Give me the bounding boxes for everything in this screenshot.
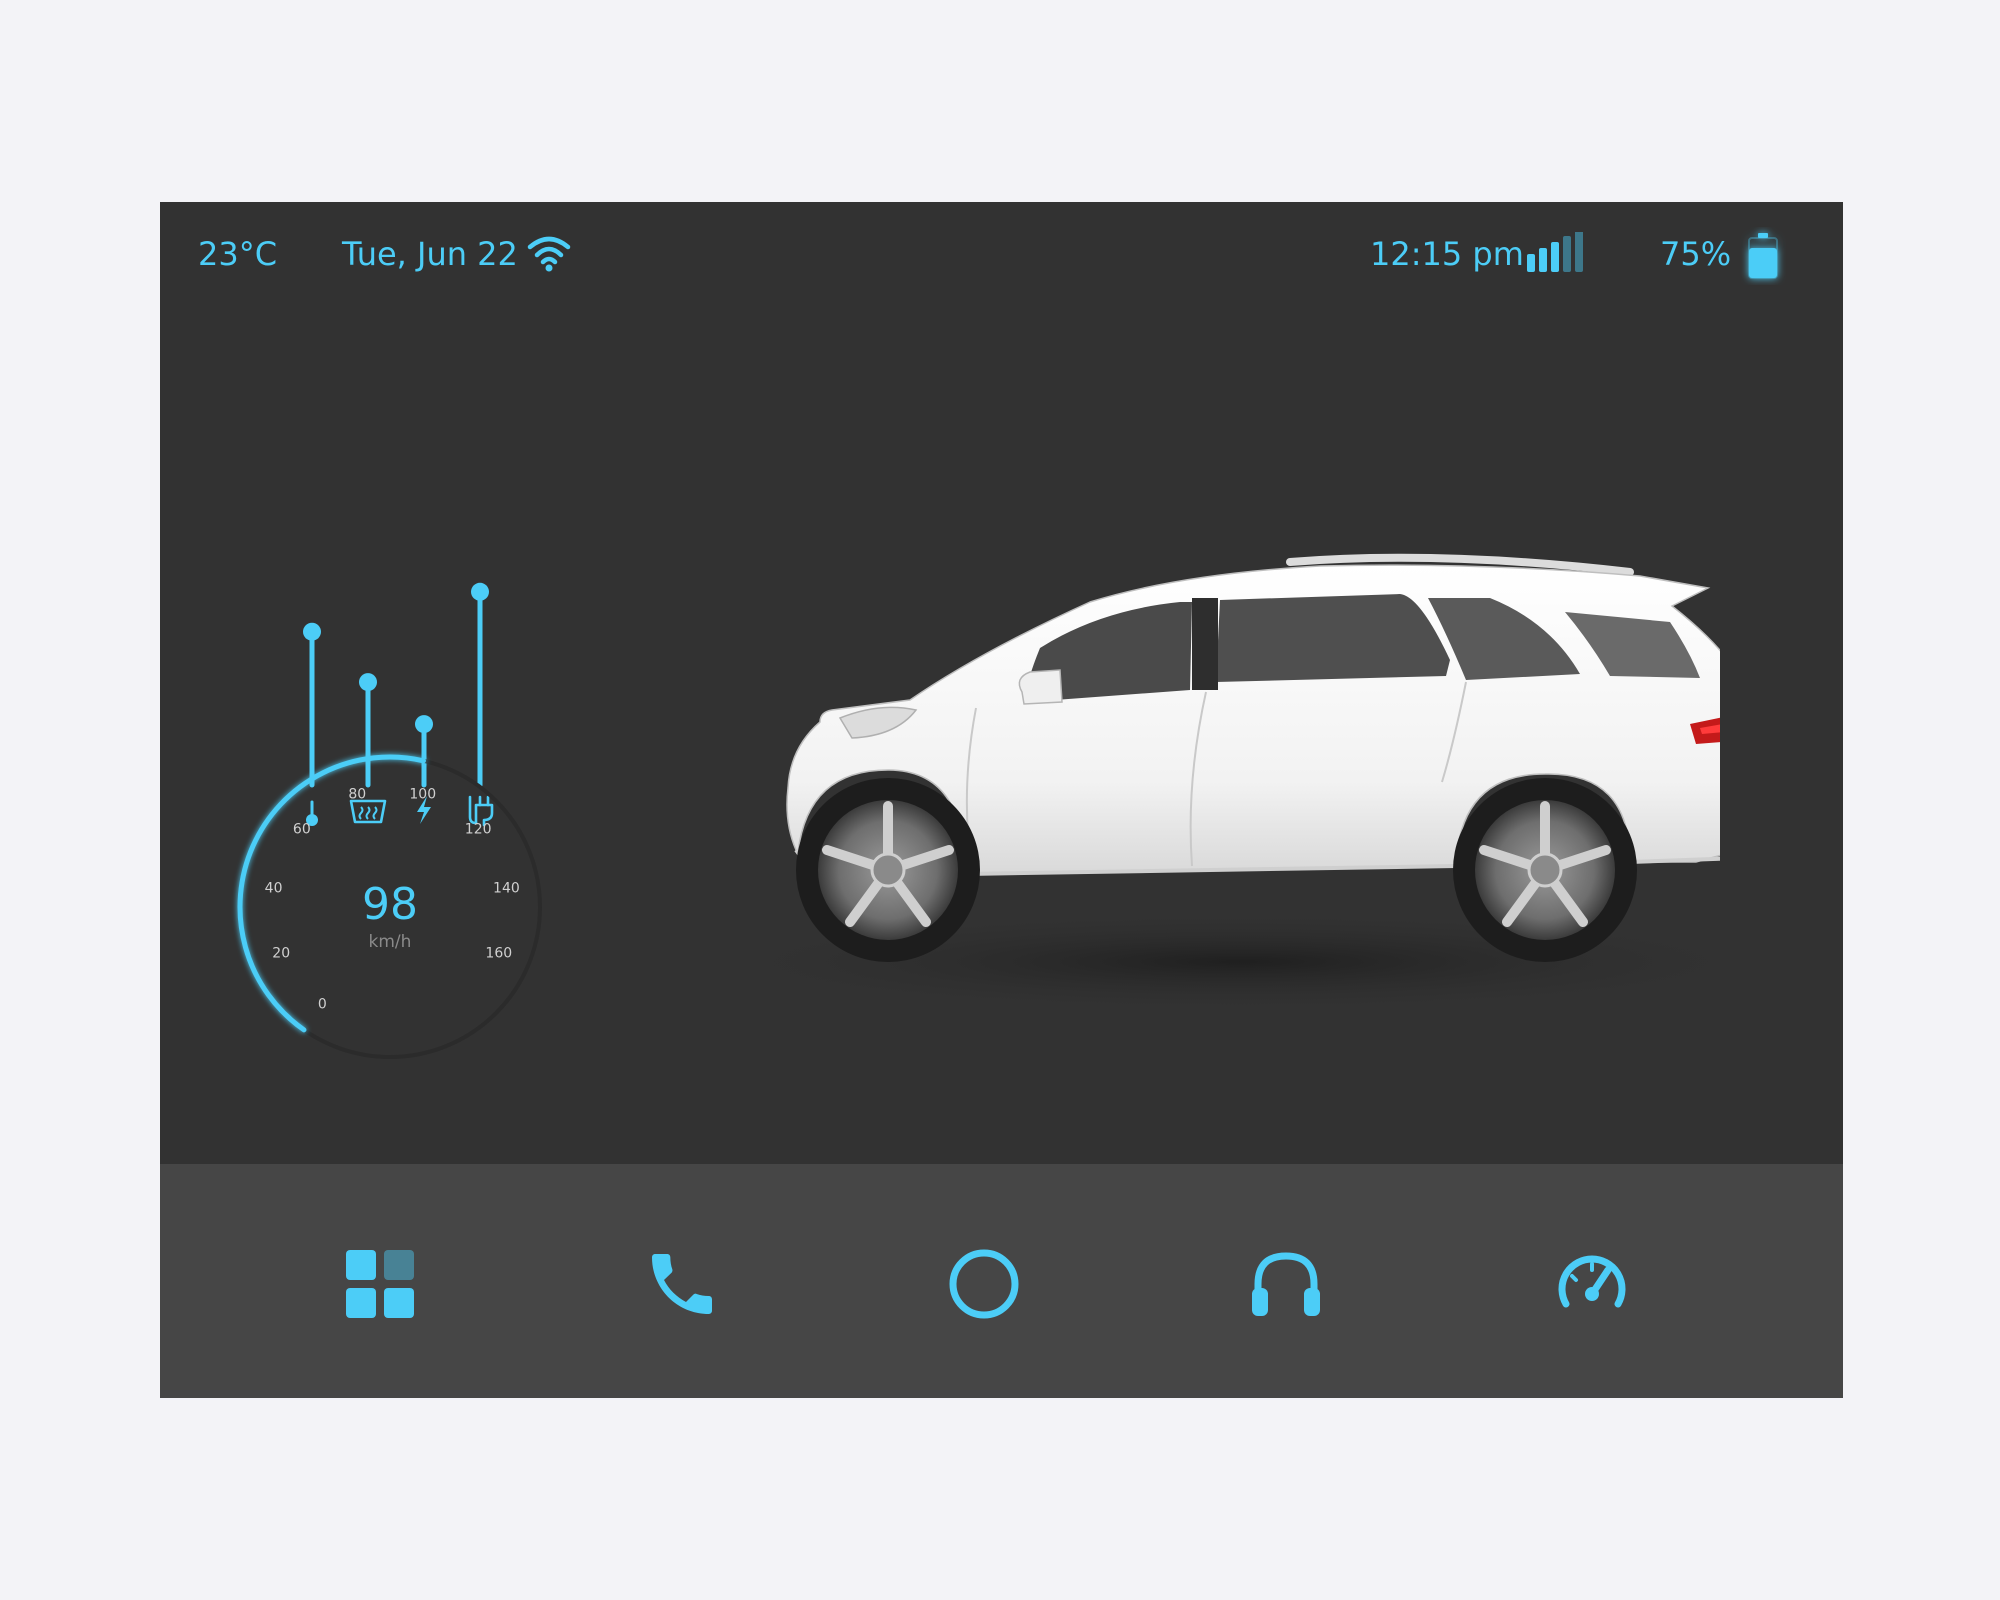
wifi-icon (527, 236, 571, 272)
signal-bar (1563, 236, 1571, 272)
signal-bar (1527, 254, 1535, 272)
slider-handle-temperature[interactable] (303, 622, 321, 641)
clock-readout: 12:15 pm (1370, 235, 1524, 273)
speed-tick-label: 160 (485, 946, 512, 962)
speed-tick-label: 60 (293, 822, 311, 838)
slider-handle-charging[interactable] (471, 582, 489, 601)
music-button[interactable] (1246, 1244, 1326, 1324)
battery-percentage: 75% (1660, 235, 1732, 273)
slider-handle-rear-defrost[interactable] (359, 673, 377, 692)
app-grid-icon (346, 1250, 414, 1318)
slider-handle-power[interactable] (415, 715, 433, 734)
phone-icon (652, 1254, 712, 1314)
battery-icon (1748, 233, 1778, 279)
speed-unit: km/h (369, 932, 412, 952)
speedometer-icon (1558, 1255, 1626, 1308)
home-circle-icon (949, 1249, 1019, 1319)
speed-value: 98 (362, 879, 418, 930)
signal-strength-icon (1527, 232, 1583, 272)
home-button[interactable] (944, 1244, 1024, 1324)
speedometer-gauge: 0 20 40 60 80 100 120 140 160 98 km/h (237, 754, 542, 1059)
infotainment-screen: 23°C Tue, Jun 22 12:15 pm 75% 0 20 40 60… (160, 202, 1843, 1398)
apps-button[interactable] (340, 1244, 420, 1324)
front-wheel (796, 778, 980, 962)
dashboard-button[interactable] (1552, 1244, 1632, 1324)
speed-tick-label: 120 (465, 822, 492, 838)
speed-tick-label: 0 (318, 997, 327, 1013)
speed-tick-label: 140 (493, 881, 520, 897)
headphones-icon (1252, 1252, 1320, 1316)
temperature-readout: 23°C (198, 235, 278, 273)
speed-tick-label: 100 (409, 787, 436, 803)
phone-button[interactable] (642, 1244, 722, 1324)
signal-bar (1575, 232, 1583, 272)
status-bar: 23°C Tue, Jun 22 12:15 pm 75% (160, 202, 1843, 312)
bottom-dock (160, 1164, 1843, 1398)
speed-tick-label: 80 (348, 787, 366, 803)
battery-fill (1749, 248, 1777, 278)
speed-tick-label: 40 (265, 881, 283, 897)
signal-bar (1539, 248, 1547, 272)
speed-tick-label: 20 (272, 946, 290, 962)
date-readout: Tue, Jun 22 (342, 235, 518, 273)
rear-wheel (1453, 778, 1637, 962)
car-image (680, 553, 1720, 1014)
signal-bar (1551, 242, 1559, 272)
